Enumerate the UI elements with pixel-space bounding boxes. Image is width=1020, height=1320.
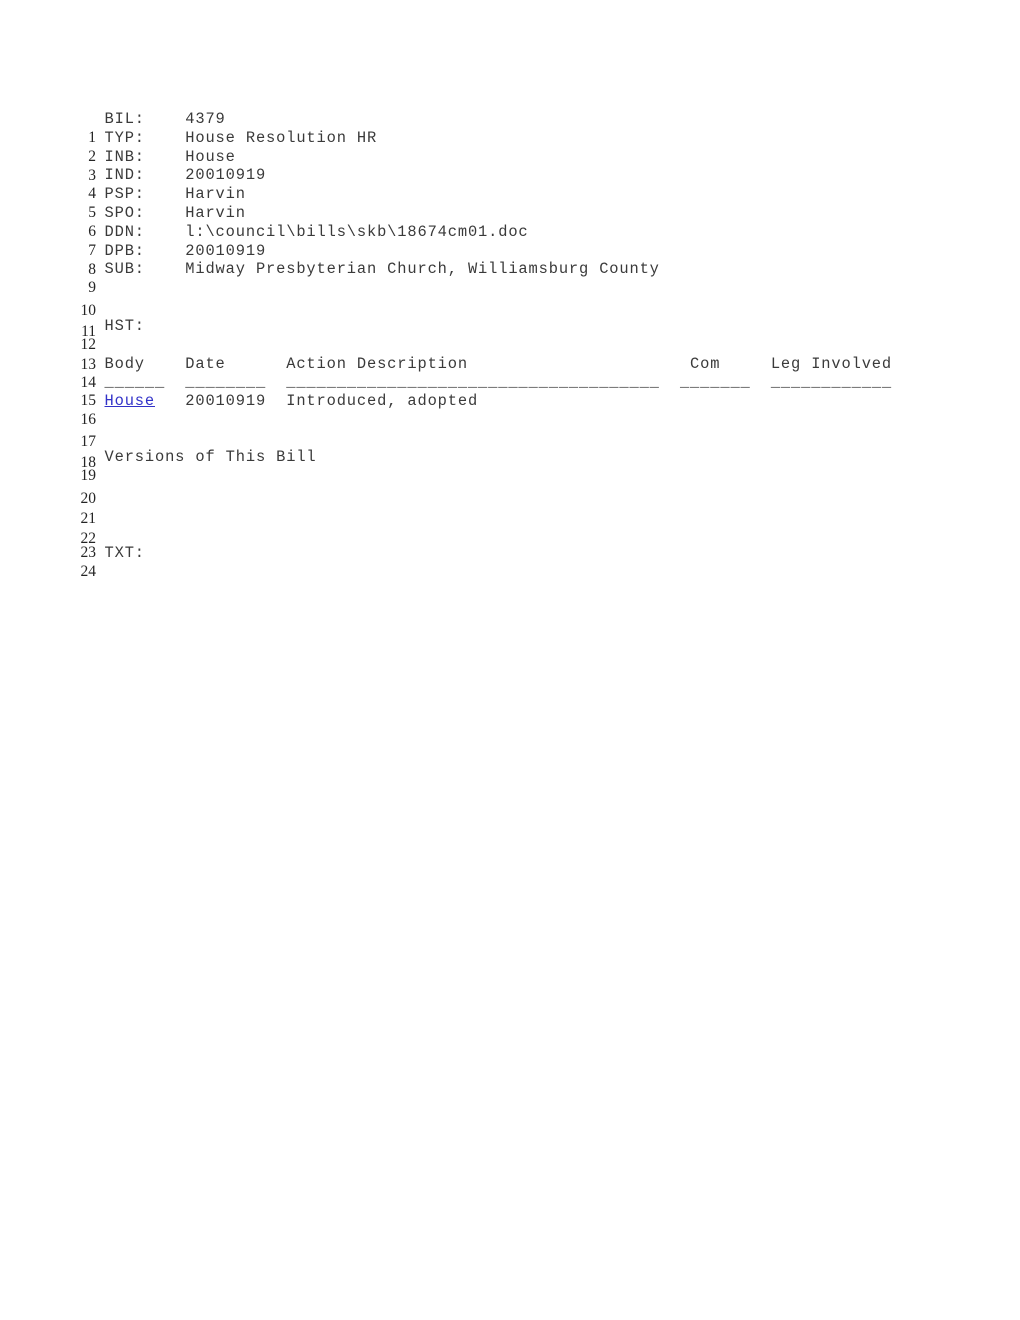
line-content: BIL: 4379 <box>104 110 226 128</box>
line-content: IND: 20010919 <box>104 166 267 185</box>
document-line: 23 <box>0 525 1020 561</box>
versions-heading-row: 19 Versions of This Bill <box>0 448 1020 484</box>
table-row-content: House 20010919 Introduced, adopted <box>105 392 479 411</box>
table-header-row: 14 Body Date Action Description Com Leg … <box>0 355 1020 391</box>
line-content: TXT: <box>104 543 145 562</box>
document-line: 13 <box>0 337 1020 373</box>
versions-heading: Versions of This Bill <box>104 448 317 466</box>
line-content: DDN: l:\council\bills\skb\18674cm01.doc <box>104 222 529 241</box>
line-content: DPB: 20010919 <box>104 241 267 260</box>
document-line: 6 SPO: Harvin <box>0 204 1020 240</box>
table-divider: ______ ________ ________________________… <box>104 373 892 391</box>
document-line: 7 DDN: l:\council\bills\skb\18674cm01.do… <box>0 222 1020 259</box>
line-content: SUB: Midway Presbyterian Church, William… <box>104 260 660 279</box>
document-line: 8 DPB: 20010919 <box>0 241 1020 278</box>
document-line: 20 <box>0 471 1020 507</box>
document-line: 2 TYP: House Resolution HR <box>0 128 1020 165</box>
line-content: SPO: Harvin <box>104 204 246 222</box>
document-line: 4 IND: 20010919 <box>0 166 1020 202</box>
body-house-link[interactable]: House <box>105 392 155 410</box>
line-number: 24 <box>80 562 97 580</box>
document-line: 12 HST: <box>0 316 1020 353</box>
bill-record-document: 1 BIL: 4379 2 TYP: House Resolution HR 3… <box>0 0 1020 1320</box>
table-header-labels: Body Date Action Description Com Leg Inv… <box>104 355 892 373</box>
document-line: 24 TXT: <box>0 543 1020 580</box>
document-line: 5 PSP: Harvin <box>0 185 1020 221</box>
line-content: INB: House <box>104 147 236 166</box>
document-line: 10 <box>0 283 1020 319</box>
line-content: PSP: Harvin <box>104 185 246 204</box>
document-line: 17 <box>0 414 1020 450</box>
table-row-rest: 20010919 Introduced, adopted <box>154 392 479 410</box>
table-divider-row: 15 ______ ________ _____________________… <box>0 373 1020 409</box>
line-content: TYP: House Resolution HR <box>104 128 378 147</box>
document-line: 3 INB: House <box>0 147 1020 184</box>
line-content: HST: <box>104 316 145 335</box>
document-line: 21 <box>0 491 1020 527</box>
document-line: 9 SUB: Midway Presbyterian Church, Willi… <box>0 260 1020 296</box>
document-line: 1 BIL: 4379 <box>0 110 1020 146</box>
table-row: 16 House 20010919 Introduced, adopted <box>0 392 1020 428</box>
